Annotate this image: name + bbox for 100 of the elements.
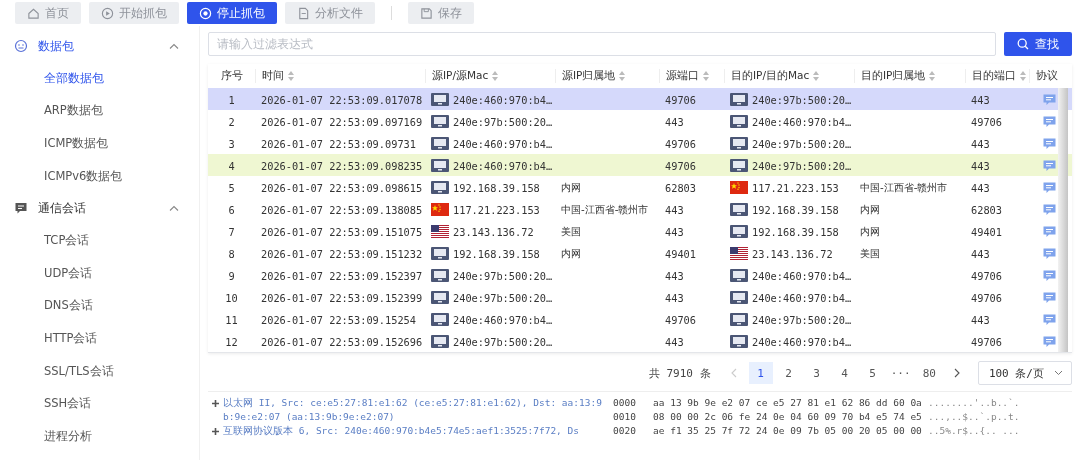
chevron-icon[interactable] [169,205,179,212]
message-icon[interactable] [1043,225,1056,238]
sort-icon[interactable] [813,71,820,81]
message-icon[interactable] [1043,181,1056,194]
table-cell-text: 49706 [664,159,697,172]
monitor-icon [431,93,449,106]
toolbar-button[interactable]: 停止抓包 [187,2,277,24]
hex-bytes: aa 13 9b 9e e2 07 ce e5 27 81 e1 62 86 dd 60 0a [653,396,923,410]
monitor-icon [730,225,748,238]
table-cell: 240e:97b:500:20… [453,115,553,128]
page-button[interactable]: 1 [748,362,773,384]
table-cell-text: 49706 [970,291,1003,304]
table-cell-text: 中国-江西省-赣州市 [560,202,650,217]
sidebar-item[interactable]: SSL/TLS会话 [44,363,114,379]
sidebar-item[interactable]: UDP会话 [44,265,93,281]
table-row[interactable]: 6 2026-01-07 22:53:09.138085 117.21.223.153 中国-江西省-赣州市 443 192.168.39.158 内网 62803 [208,198,1072,220]
table-cell-text: 2026-01-07 22:53:09.151232 [260,247,424,260]
sort-icon[interactable] [703,71,709,81]
sort-icon[interactable] [929,71,936,81]
column-header: 源端口 [666,69,699,83]
filter-field[interactable]: 请输入过滤表达式 [208,32,996,56]
monitor-icon [730,93,748,106]
sidebar-item[interactable]: SSH会话 [44,396,92,412]
table-row[interactable]: 2 2026-01-07 22:53:09.097169 240e:97b:500:20… 443 240e:460:970:b4… 49706 [208,110,1072,132]
sidebar-item[interactable]: 进程分析 [44,428,92,444]
table-cell: 240e:97b:500:20… [453,335,553,348]
sidebar-item[interactable]: TCP会话 [44,233,90,249]
table-row[interactable]: 10 2026-01-07 22:53:09.152399 240e:97b:500:20… 443 240e:460:970:b4… 49706 [208,286,1072,308]
message-icon[interactable] [1043,93,1056,106]
sidebar-item[interactable]: ICMP数据包 [44,136,109,151]
chevron-icon[interactable] [169,43,179,49]
message-icon[interactable] [1043,137,1056,150]
page-size-select[interactable]: 100 条/页 [977,361,1072,385]
table-cell: 240e:460:970:b4… [752,269,852,282]
scrollbar[interactable] [1058,88,1068,352]
chevron-right-icon[interactable] [953,368,960,378]
sort-icon[interactable] [492,71,499,81]
total-count: 共 7910 条 [648,365,711,381]
table-cell-text: 12 [224,335,239,348]
message-icon[interactable] [1043,159,1056,172]
sidebar-item[interactable]: ICMPv6数据包 [44,168,123,184]
table-cell-text: 443 [970,247,991,260]
message-icon[interactable] [1043,335,1056,348]
hex-ascii: ........'..b..`. [928,396,1020,410]
message-icon[interactable] [1043,291,1056,304]
message-icon[interactable] [1043,313,1056,326]
table-cell-text: 49706 [970,115,1003,128]
table-cell-text: 443 [664,203,685,216]
table-cell-text: 3 [227,137,236,150]
sidebar-item[interactable]: 全部数据包 [44,70,104,86]
table-row[interactable]: 7 2026-01-07 22:53:09.151075 23.143.136.72 美国 443 192.168.39.158 内网 49401 [208,220,1072,242]
page-button[interactable]: 2 [776,362,801,384]
table-cell-text: 49706 [664,137,697,150]
hex-ascii: ...,..$..`.p..t. [928,410,1020,424]
page-button[interactable]: 4 [832,362,857,384]
sort-icon[interactable] [288,71,294,81]
tree-node[interactable]: 互联网协议版本 6, Src: 240e:460:970:b4e5:74e5:aef1:3525:7f72, Ds [223,424,579,438]
column-header: 目的IP归属地 [861,69,926,83]
table-cell-text: 2026-01-07 22:53:09.098615 [260,181,424,194]
sidebar-item[interactable]: HTTP会话 [44,330,98,346]
page-button[interactable]: 80 [916,362,942,384]
sort-icon[interactable] [1020,71,1026,81]
column-header: 源IP/源Mac [432,69,489,83]
monitor-icon [431,159,449,172]
table-row[interactable]: 4 2026-01-07 22:53:09.098235 240e:460:970:b4… 49706 240e:97b:500:20… 443 [208,154,1072,176]
table-cell-text: 49401 [970,225,1003,238]
table-row[interactable]: 1 2026-01-07 22:53:09.017078 240e:460:970:b4… 49706 240e:97b:500:20… 443 [208,88,1072,110]
table-row[interactable]: 5 2026-01-07 22:53:09.098615 192.168.39.158 内网 62803 117.21.223.153 中国-江西省-赣州市 443 [208,176,1072,198]
expand-icon[interactable] [212,400,219,407]
monitor-icon [730,335,748,348]
message-icon[interactable] [1043,247,1056,260]
message-icon[interactable] [1043,269,1056,282]
table-row[interactable]: 8 2026-01-07 22:53:09.151232 192.168.39.158 内网 49401 23.143.136.72 美国 443 [208,242,1072,264]
page-button[interactable]: 5 [860,362,885,384]
monitor-icon [431,181,449,194]
file-icon [297,6,310,20]
table-cell-text: 9 [227,269,236,282]
table-cell-text: 443 [970,93,991,106]
table-row[interactable]: 12 2026-01-07 22:53:09.152696 240e:97b:500:20… 443 240e:460:970:b4… 49706 [208,330,1072,352]
monitor-icon [730,269,748,282]
sidebar-group[interactable]: 数据包 [38,37,159,55]
ellipsis[interactable]: ··· [888,362,913,384]
sidebar-item[interactable]: ARP数据包 [44,103,103,119]
message-icon[interactable] [1043,203,1056,216]
sidebar-item[interactable]: DNS会话 [44,298,93,314]
table-cell: 117.21.223.153 [453,203,540,216]
play-icon [101,6,114,20]
save-icon [420,6,433,20]
expand-icon[interactable] [212,428,219,435]
table-row[interactable]: 11 2026-01-07 22:53:09.15254 240e:460:970:b4… 49706 240e:97b:500:20… 443 [208,308,1072,330]
search-button[interactable]: 查找 [1004,32,1072,56]
tree-node[interactable]: 以太网 II, Src: ce:e5:27:81:e1:62 (ce:e5:27:81:e1:62), Dst: aa:13:9b:9e:e2:07 (aa:13:9b:9e:e2:07) [223,396,607,424]
sort-icon[interactable] [619,71,626,81]
table-row[interactable]: 9 2026-01-07 22:53:09.152397 240e:97b:500:20… 443 240e:460:970:b4… 49706 [208,264,1072,286]
message-icon[interactable] [1043,115,1056,128]
table-cell-text: 2026-01-07 22:53:09.151075 [260,225,424,238]
sidebar-group[interactable]: 通信会话 [38,199,159,217]
page-button[interactable]: 3 [804,362,829,384]
search-icon [1017,38,1029,50]
table-row[interactable]: 3 2026-01-07 22:53:09.09731 240e:460:970:b4… 49706 240e:97b:500:20… 443 [208,132,1072,154]
